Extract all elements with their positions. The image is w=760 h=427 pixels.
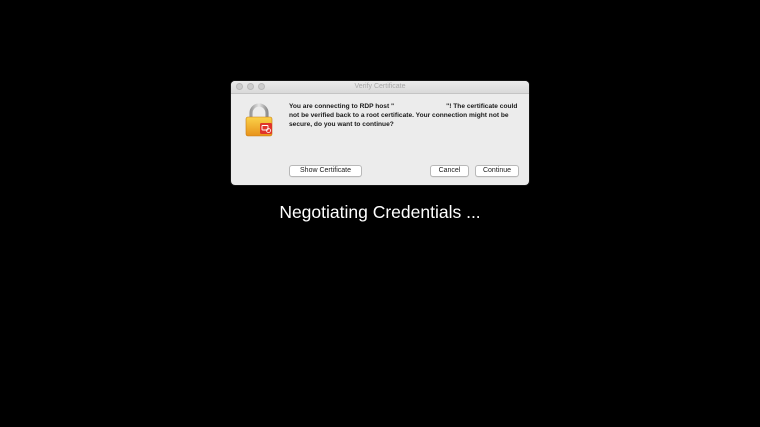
dialog-title: Verify Certificate (354, 83, 406, 90)
continue-button[interactable]: Continue (475, 165, 519, 177)
show-certificate-button[interactable]: Show Certificate (289, 165, 362, 177)
status-text: Negotiating Credentials ... (279, 202, 481, 222)
certificate-warning-message: You are connecting to RDP host " "! The c… (289, 102, 521, 129)
remote-desktop-screen: Verify Certificate You are connecting to… (0, 0, 760, 427)
dialog-titlebar: Verify Certificate (231, 81, 529, 94)
verify-certificate-dialog: Verify Certificate You are connecting to… (231, 81, 529, 185)
message-part-1: You are connecting to RDP host " (289, 103, 395, 110)
cancel-button[interactable]: Cancel (430, 165, 469, 177)
lock-certificate-icon (245, 103, 273, 137)
